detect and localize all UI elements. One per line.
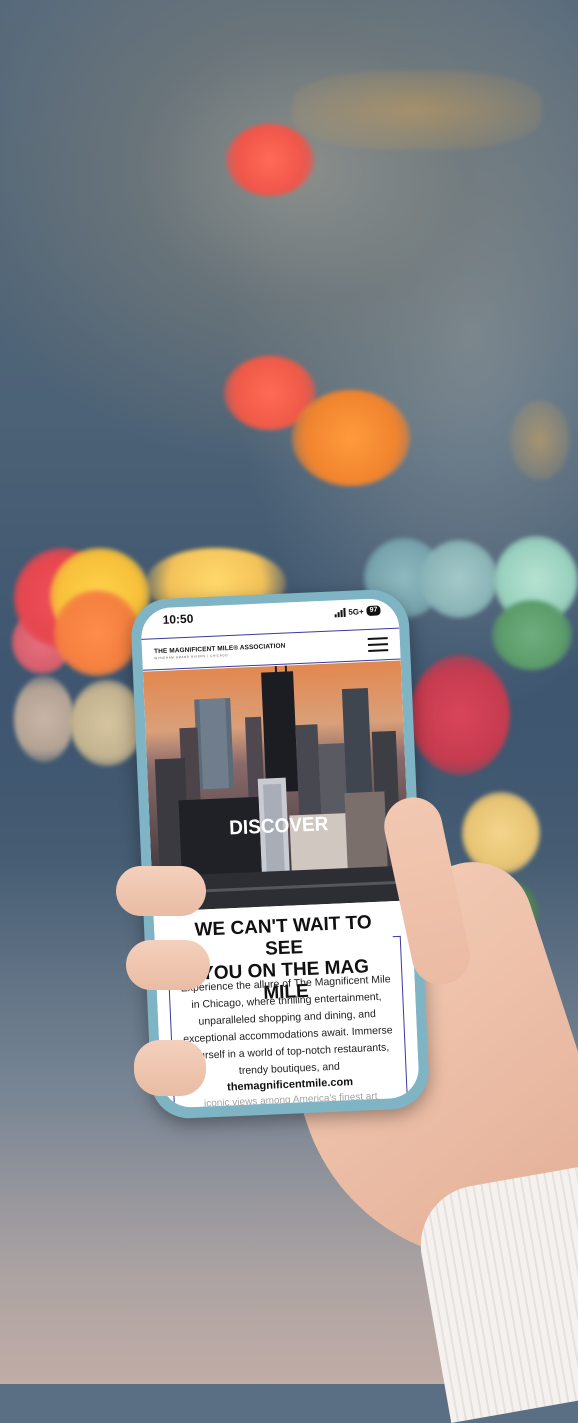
hand-finger — [126, 940, 210, 990]
status-indicators: 5G+ 97 — [334, 605, 381, 617]
status-time: 10:50 — [162, 611, 194, 627]
hamburger-menu-icon[interactable] — [367, 637, 389, 652]
phone-screen: 10:50 5G+ 97 THE MAGNIFICENT MILE® ASSOC… — [140, 597, 420, 1109]
battery-icon: 97 — [366, 605, 381, 616]
bokeh-light — [14, 676, 74, 762]
bokeh-light — [492, 600, 572, 670]
bokeh-light — [292, 390, 410, 486]
network-label: 5G+ — [348, 606, 364, 617]
signal-icon — [334, 607, 346, 617]
content-body-text: Experience the allure of The Magnificent… — [180, 973, 393, 1077]
bokeh-light — [54, 590, 140, 676]
bokeh-light — [292, 70, 542, 150]
bokeh-light — [410, 655, 510, 775]
hand-finger — [116, 866, 206, 916]
site-logo[interactable]: THE MAGNIFICENT MILE® ASSOCIATION WYNDHA… — [154, 643, 286, 661]
status-bar: 10:50 5G+ 97 — [140, 598, 399, 633]
sweater-sleeve — [411, 1166, 578, 1423]
bokeh-light — [420, 540, 498, 618]
bokeh-light — [510, 400, 570, 480]
hand-finger — [134, 1040, 206, 1096]
bokeh-light — [226, 124, 314, 196]
